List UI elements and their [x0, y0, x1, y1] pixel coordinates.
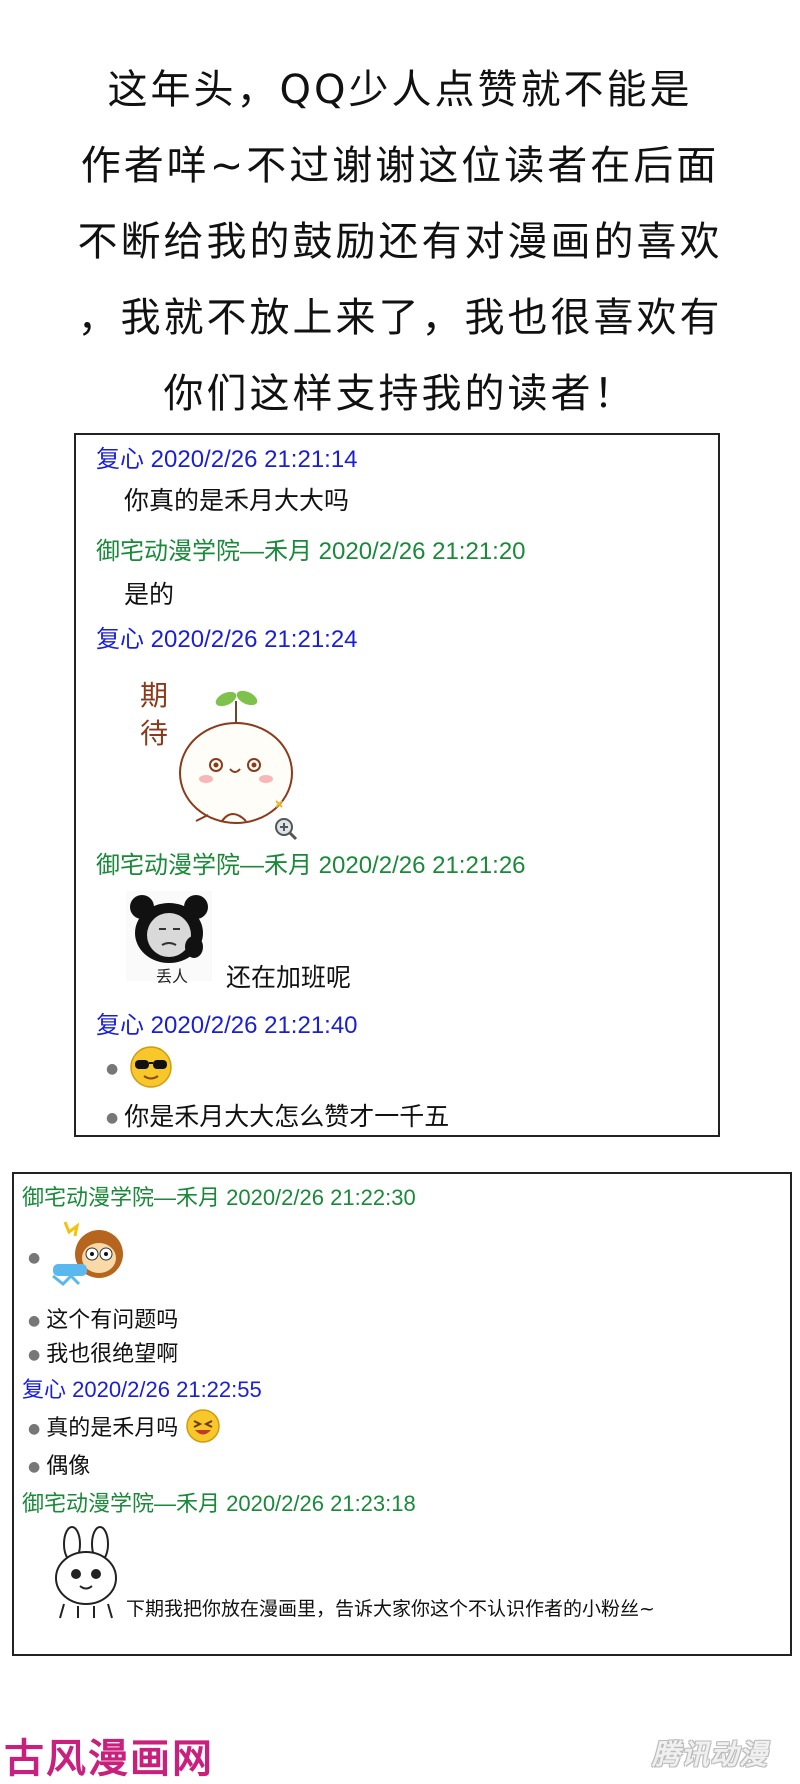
monkey-sticker [51, 1218, 131, 1298]
message-text: 你真的是禾月大大吗 [124, 486, 350, 515]
bullet-icon: ● [28, 1347, 41, 1363]
message-header: 御宅动漫学院—禾月 2020/2/26 21:23:18 [22, 1491, 416, 1516]
message-text: 我也很绝望啊 [46, 1342, 179, 1367]
message-text: 这个有问题吗 [46, 1308, 179, 1333]
message-row: ● 我也很绝望啊 [28, 1336, 178, 1368]
intro-line: 作者咩~不过谢谢这位读者在后面 [80, 143, 720, 189]
message-header: 御宅动漫学院—禾月 2020/2/26 21:21:26 [96, 852, 526, 879]
message-row: ● 这个有问题吗 [28, 1302, 178, 1334]
sticker-text-1: 期 [140, 679, 168, 712]
sticker-caption: 丢人 [156, 967, 189, 986]
bunny-sticker [48, 1526, 124, 1620]
sticker-text-2: 待 [140, 717, 168, 750]
message-text: 是的 [124, 580, 175, 609]
bullet-icon: ● [106, 1061, 119, 1077]
site-logo-right: 腾讯动漫 [652, 1738, 769, 1771]
zoom-icon[interactable] [274, 817, 298, 841]
bullet-icon: ● [28, 1421, 41, 1437]
sticker-row: ● [28, 1218, 131, 1298]
site-logo-left: 古风漫画网 [4, 1736, 214, 1782]
sunglasses-emoji [129, 1045, 173, 1093]
message-header: 复心 2020/2/26 21:22:55 [22, 1377, 262, 1402]
bullet-icon: ● [28, 1459, 41, 1475]
message-header: 御宅动漫学院—禾月 2020/2/26 21:21:20 [96, 538, 526, 565]
intro-text: 这年头，QQ少人点赞就不能是 作者咩~不过谢谢这位读者在后面 不断给我的鼓励还有… [0, 52, 800, 432]
chat-panel-1: 复心 2020/2/26 21:21:14 你真的是禾月大大吗 御宅动漫学院—禾… [74, 433, 720, 1137]
emoji-row: ● [106, 1045, 173, 1093]
message-header: 复心 2020/2/26 21:21:24 [96, 626, 358, 653]
message-text: 还在加班呢 [226, 963, 352, 992]
intro-line: ，我就不放上来了，我也很喜欢有 [77, 295, 723, 341]
intro-line: 不断给我的鼓励还有对漫画的喜欢 [77, 219, 723, 265]
intro-line: 这年头，QQ少人点赞就不能是 [107, 67, 693, 113]
message-row: ● 你是禾月大大怎么赞才一千五 [106, 1097, 449, 1133]
bullet-icon: ● [28, 1313, 41, 1329]
message-header: 复心 2020/2/26 21:21:40 [96, 1012, 358, 1039]
bullet-icon: ● [28, 1250, 41, 1266]
chat-panel-2: 御宅动漫学院—禾月 2020/2/26 21:22:30 ● ● 这个有问题吗 ●… [12, 1172, 792, 1656]
message-text: 偶像 [46, 1454, 91, 1479]
message-text: 真的是禾月吗 [46, 1416, 179, 1441]
message-text: 你是禾月大大怎么赞才一千五 [124, 1102, 450, 1131]
intro-line: 你们这样支持我的读者！ [163, 371, 637, 417]
message-header: 御宅动漫学院—禾月 2020/2/26 21:22:30 [22, 1185, 416, 1210]
sprout-bun-sticker: 期 待 [126, 661, 306, 835]
laughing-emoji [185, 1408, 221, 1450]
message-header: 复心 2020/2/26 21:21:14 [96, 446, 358, 473]
message-row: ● 真的是禾月吗 [28, 1408, 221, 1450]
message-row: ● 偶像 [28, 1448, 90, 1480]
bullet-icon: ● [106, 1110, 119, 1126]
message-text: 下期我把你放在漫画里，告诉大家你这个不认识作者的小粉丝~ [126, 1598, 655, 1620]
